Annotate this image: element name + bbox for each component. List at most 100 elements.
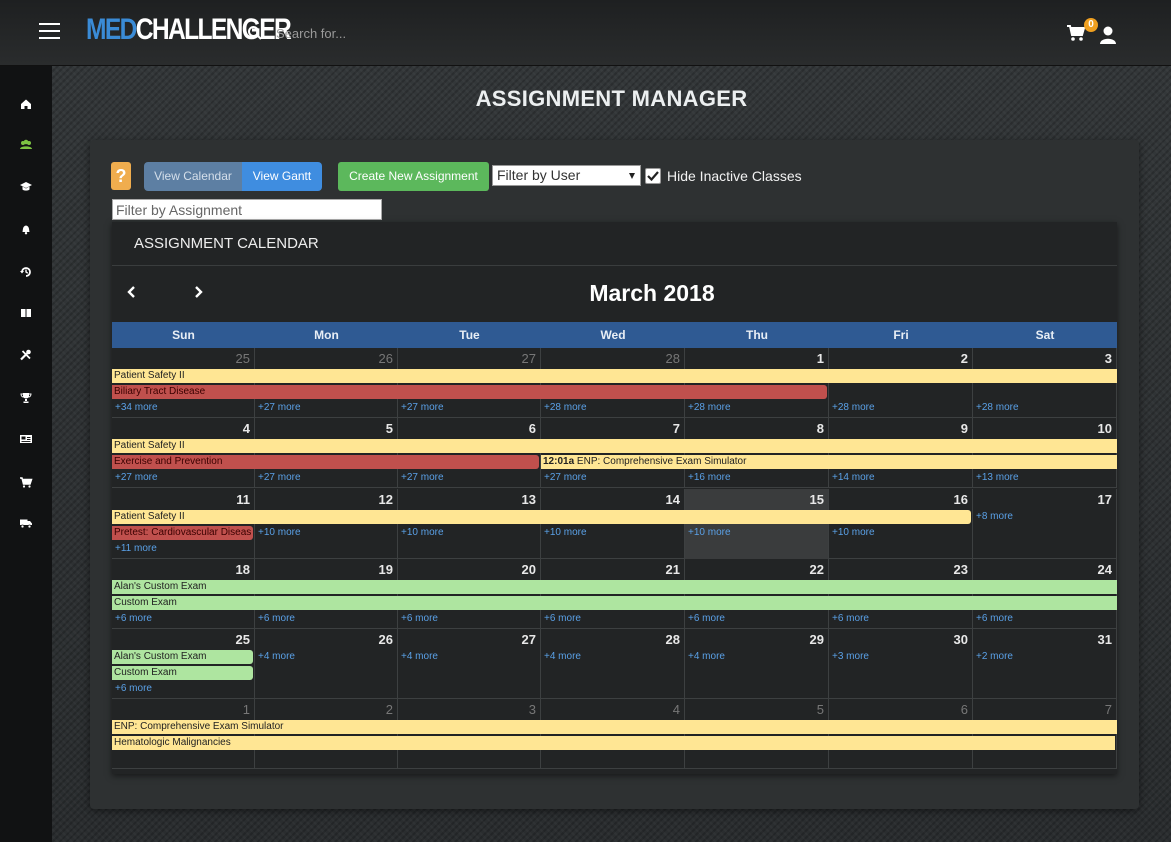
calendar-event[interactable]: Alan's Custom Exam — [112, 580, 1117, 594]
event-label: Biliary Tract Disease — [114, 386, 206, 397]
calendar-event[interactable]: Hematologic Malignancies — [112, 736, 1115, 750]
calendar-event[interactable]: Custom Exam — [112, 596, 1117, 610]
sidebar-item-cart[interactable] — [0, 470, 52, 494]
more-events-link[interactable]: +6 more — [832, 613, 869, 625]
more-events-link[interactable]: +27 more — [258, 402, 301, 414]
calendar-event[interactable]: Pretest: Cardiovascular Diseas — [112, 526, 253, 540]
more-events-link[interactable]: +28 more — [832, 402, 875, 414]
more-events-link[interactable]: +14 more — [832, 472, 875, 484]
help-button[interactable]: ? — [111, 162, 131, 190]
more-events-link[interactable]: +6 more — [976, 613, 1013, 625]
calendar-event[interactable]: Exercise and Prevention — [112, 455, 539, 469]
calendar-event[interactable]: ENP: Comprehensive Exam Simulator — [112, 720, 1117, 734]
calendar-day-cell[interactable]: 6 — [829, 699, 973, 769]
view-calendar-button[interactable]: View Calendar — [144, 162, 242, 191]
more-events-link[interactable]: +6 more — [688, 613, 725, 625]
more-events-link[interactable]: +6 more — [115, 613, 152, 625]
more-events-link[interactable]: +27 more — [115, 472, 158, 484]
day-number: 5 — [385, 421, 393, 436]
more-events-link[interactable]: +13 more — [976, 472, 1019, 484]
calendar-day-cell[interactable]: 17 — [973, 489, 1117, 559]
sidebar-item-tools[interactable] — [0, 343, 52, 367]
more-events-link[interactable]: +28 more — [544, 402, 587, 414]
day-of-week-sun: Sun — [172, 328, 195, 342]
calendar-day-cell[interactable]: 13 — [398, 489, 541, 559]
sidebar-item-bell[interactable] — [0, 217, 52, 241]
more-events-link[interactable]: +6 more — [115, 683, 152, 695]
more-events-link[interactable]: +6 more — [258, 613, 295, 625]
calendar-day-cell[interactable]: 3 — [398, 699, 541, 769]
more-events-link[interactable]: +28 more — [976, 402, 1019, 414]
calendar-event[interactable]: Patient Safety II — [112, 369, 1117, 383]
calendar-day-cell[interactable]: 27 — [398, 629, 541, 699]
calendar-day-cell[interactable]: 2 — [255, 699, 398, 769]
logo-med: MED — [86, 13, 137, 46]
more-events-link[interactable]: +6 more — [401, 613, 438, 625]
sidebar-item-trophy[interactable] — [0, 386, 52, 410]
sidebar-item-truck[interactable] — [0, 511, 52, 535]
calendar-day-cell[interactable]: 5 — [685, 699, 829, 769]
sidebar-item-newspaper[interactable] — [0, 427, 52, 451]
more-events-link[interactable]: +28 more — [688, 402, 731, 414]
more-events-link[interactable]: +4 more — [401, 651, 438, 663]
calendar-day-cell[interactable]: 4 — [541, 699, 685, 769]
calendar-event[interactable]: Biliary Tract Disease — [112, 385, 827, 399]
sidebar-item-history[interactable] — [0, 260, 52, 284]
more-events-link[interactable]: +4 more — [544, 651, 581, 663]
sidebar-item-book[interactable] — [0, 301, 52, 325]
prev-month-chevron-left-icon[interactable] — [124, 284, 140, 300]
calendar-day-cell[interactable]: 1 — [112, 699, 255, 769]
more-events-link[interactable]: +10 more — [688, 527, 731, 539]
top-navbar: MEDCHALLENGER 0 — [0, 0, 1171, 66]
sidebar-item-users[interactable] — [0, 133, 52, 157]
calendar-day-cell[interactable]: 26 — [255, 629, 398, 699]
more-events-link[interactable]: +27 more — [258, 472, 301, 484]
calendar-day-cell[interactable]: 31 — [973, 629, 1117, 699]
calendar-day-cell[interactable]: 12 — [255, 489, 398, 559]
calendar-day-cell[interactable]: 7 — [973, 699, 1117, 769]
calendar-day-cell[interactable]: 29 — [685, 629, 829, 699]
create-new-assignment-button[interactable]: Create New Assignment — [338, 162, 489, 191]
hamburger-menu-icon[interactable] — [39, 23, 60, 39]
sidebar-item-home[interactable] — [0, 92, 52, 116]
more-events-link[interactable]: +10 more — [401, 527, 444, 539]
filter-by-user-value: Filter by User — [497, 167, 581, 183]
day-number: 20 — [521, 562, 536, 577]
calendar-event[interactable]: Patient Safety II — [112, 439, 1117, 453]
more-events-link[interactable]: +11 more — [115, 543, 157, 555]
more-events-link[interactable]: +27 more — [401, 472, 444, 484]
more-events-link[interactable]: +10 more — [832, 527, 875, 539]
calendar-day-cell[interactable]: 28 — [541, 629, 685, 699]
user-profile-icon[interactable] — [1098, 26, 1118, 44]
more-events-link[interactable]: +16 more — [688, 472, 731, 484]
calendar-event[interactable]: 12:01a ENP: Comprehensive Exam Simulator — [541, 455, 1117, 469]
hide-inactive-classes-checkbox[interactable] — [645, 168, 661, 184]
more-events-link[interactable]: +6 more — [544, 613, 581, 625]
calendar-day-cell[interactable]: 30 — [829, 629, 973, 699]
more-events-link[interactable]: +8 more — [976, 511, 1013, 523]
more-events-link[interactable]: +27 more — [401, 402, 444, 414]
more-events-link[interactable]: +2 more — [976, 651, 1013, 663]
view-gantt-button[interactable]: View Gantt — [242, 162, 322, 191]
search-icon[interactable] — [247, 25, 263, 41]
more-events-link[interactable]: +27 more — [544, 472, 587, 484]
calendar-day-cell[interactable]: 16 — [829, 489, 973, 559]
calendar-event[interactable]: Alan's Custom Exam — [112, 650, 253, 664]
newspaper-icon — [20, 435, 32, 443]
more-events-link[interactable]: +4 more — [258, 651, 295, 663]
shopping-cart-icon[interactable] — [1066, 24, 1086, 42]
calendar-event[interactable]: Patient Safety II — [112, 510, 971, 524]
more-events-link[interactable]: +10 more — [544, 527, 587, 539]
search-input[interactable] — [270, 22, 470, 44]
next-month-chevron-right-icon[interactable] — [190, 284, 206, 300]
more-events-link[interactable]: +10 more — [258, 527, 301, 539]
filter-by-user-select[interactable]: Filter by User — [492, 165, 641, 186]
calendar-event[interactable]: Custom Exam — [112, 666, 253, 680]
filter-by-assignment-input[interactable] — [112, 199, 382, 220]
calendar-day-cell[interactable]: 14 — [541, 489, 685, 559]
more-events-link[interactable]: +34 more — [115, 402, 158, 414]
more-events-link[interactable]: +3 more — [832, 651, 869, 663]
calendar-day-cell-today[interactable]: 15 — [685, 489, 829, 559]
more-events-link[interactable]: +4 more — [688, 651, 725, 663]
sidebar-item-graduation-cap[interactable] — [0, 175, 52, 199]
